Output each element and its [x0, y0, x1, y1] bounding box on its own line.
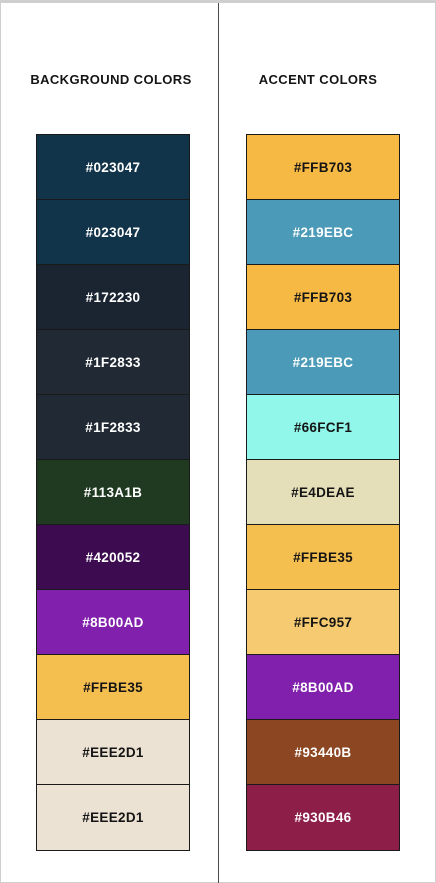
- background-swatch: #113A1B: [37, 460, 189, 525]
- background-swatch: #1F2833: [37, 395, 189, 460]
- background-swatch: #023047: [37, 135, 189, 200]
- background-swatch: #1F2833: [37, 330, 189, 395]
- background-swatch: #023047: [37, 200, 189, 265]
- background-swatch: #EEE2D1: [37, 785, 189, 850]
- column-divider: [218, 3, 219, 883]
- accent-swatch: #219EBC: [247, 330, 399, 395]
- background-swatch: #172230: [37, 265, 189, 330]
- background-swatch-list: #023047 #023047 #172230 #1F2833 #1F2833 …: [36, 134, 190, 851]
- accent-swatch: #FFBE35: [247, 525, 399, 590]
- accent-swatch: #66FCF1: [247, 395, 399, 460]
- background-swatch: #420052: [37, 525, 189, 590]
- accent-colors-title: ACCENT COLORS: [258, 72, 378, 87]
- background-swatch: #8B00AD: [37, 590, 189, 655]
- background-swatch: #FFBE35: [37, 655, 189, 720]
- accent-swatch: #93440B: [247, 720, 399, 785]
- accent-swatch: #FFC957: [247, 590, 399, 655]
- background-colors-title: BACKGROUND COLORS: [30, 72, 192, 87]
- accent-swatch: #FFB703: [247, 265, 399, 330]
- accent-swatch: #930B46: [247, 785, 399, 850]
- accent-swatch: #219EBC: [247, 200, 399, 265]
- accent-swatch-list: #FFB703 #219EBC #FFB703 #219EBC #66FCF1 …: [246, 134, 400, 851]
- accent-swatch: #8B00AD: [247, 655, 399, 720]
- accent-swatch: #E4DEAE: [247, 460, 399, 525]
- accent-swatch: #FFB703: [247, 135, 399, 200]
- background-swatch: #EEE2D1: [37, 720, 189, 785]
